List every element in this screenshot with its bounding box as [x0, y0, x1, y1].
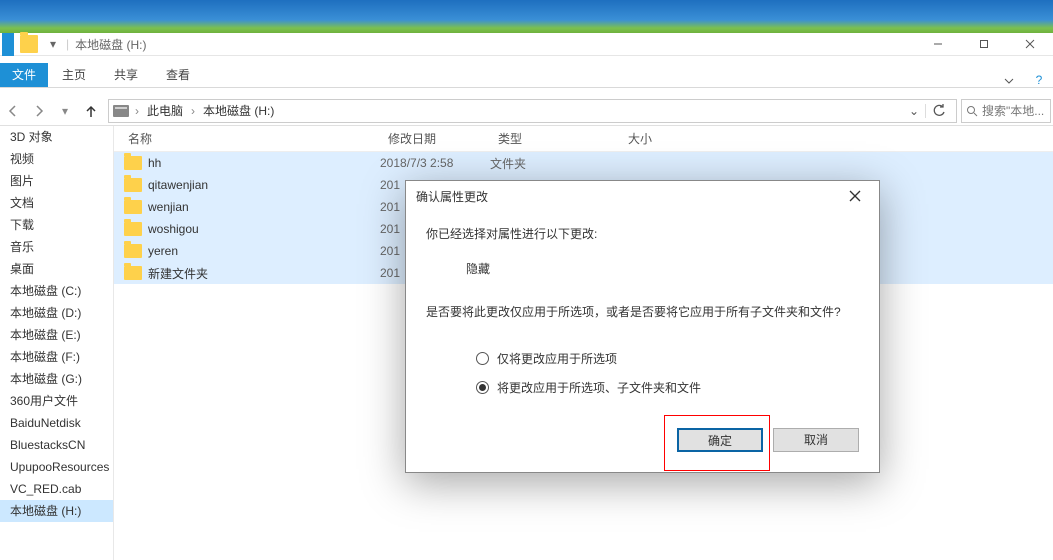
- tree-item[interactable]: 下载: [0, 214, 113, 236]
- file-name: woshigou: [148, 222, 380, 236]
- tree-item[interactable]: VC_RED.cab: [0, 478, 113, 500]
- radio-apply-recursive[interactable]: 将更改应用于所选项、子文件夹和文件: [426, 379, 859, 396]
- tree-item[interactable]: 本地磁盘 (F:): [0, 346, 113, 368]
- search-icon: [966, 105, 978, 117]
- tree-item[interactable]: 3D 对象: [0, 126, 113, 148]
- search-input[interactable]: 搜索"本地...: [961, 99, 1051, 123]
- search-placeholder: 搜索"本地...: [982, 102, 1044, 119]
- dialog-close-button[interactable]: [841, 186, 869, 206]
- tree-item[interactable]: 音乐: [0, 236, 113, 258]
- breadcrumb-bar[interactable]: › 此电脑 › 本地磁盘 (H:) ⌄: [108, 99, 957, 123]
- radio-label: 仅将更改应用于所选项: [497, 350, 617, 367]
- dialog-prompt-2: 是否要将此更改仅应用于所选项，或者是否要将它应用于所有子文件夹和文件?: [426, 303, 859, 320]
- col-size[interactable]: 大小: [614, 130, 694, 147]
- tree-item[interactable]: BaiduNetdisk: [0, 412, 113, 434]
- radio-icon: [476, 352, 489, 365]
- tree-item[interactable]: 本地磁盘 (E:): [0, 324, 113, 346]
- nav-forward-button[interactable]: [26, 98, 52, 124]
- file-name: hh: [148, 156, 380, 170]
- file-date: 2018/7/3 2:58: [380, 156, 490, 170]
- titlebar: ▾ | 本地磁盘 (H:): [0, 33, 1053, 56]
- folder-icon: [20, 35, 38, 53]
- ribbon-tab-share[interactable]: 共享: [100, 63, 152, 87]
- col-date[interactable]: 修改日期: [374, 130, 484, 147]
- nav-bar: ▾ › 此电脑 › 本地磁盘 (H:) ⌄ 搜索"本地...: [0, 96, 1053, 126]
- tree-item[interactable]: 本地磁盘 (C:): [0, 280, 113, 302]
- file-name: wenjian: [148, 200, 380, 214]
- ribbon-tab-view[interactable]: 查看: [152, 63, 204, 87]
- tree-item[interactable]: 本地磁盘 (G:): [0, 368, 113, 390]
- tree-item[interactable]: 图片: [0, 170, 113, 192]
- folder-icon: [124, 266, 142, 280]
- close-button[interactable]: [1007, 33, 1053, 56]
- tree-item[interactable]: 视频: [0, 148, 113, 170]
- file-type: 文件夹: [490, 155, 620, 172]
- tree-item[interactable]: 本地磁盘 (H:): [0, 500, 113, 522]
- tree-item[interactable]: 桌面: [0, 258, 113, 280]
- column-headers: 名称 修改日期 类型 大小: [114, 126, 1053, 152]
- table-row[interactable]: hh2018/7/3 2:58文件夹: [114, 152, 1053, 174]
- ribbon-help-icon[interactable]: ?: [1025, 73, 1053, 87]
- refresh-icon[interactable]: [925, 104, 952, 118]
- ribbon: 文件 主页 共享 查看 ?: [0, 56, 1053, 88]
- file-name: qitawenjian: [148, 178, 380, 192]
- folder-icon: [124, 244, 142, 258]
- nav-history-dropdown[interactable]: ▾: [52, 98, 78, 124]
- qat-dropdown-icon[interactable]: ▾: [46, 33, 60, 56]
- window-title: 本地磁盘 (H:): [75, 36, 146, 53]
- file-name: 新建文件夹: [148, 265, 380, 282]
- radio-icon: [476, 381, 489, 394]
- col-type[interactable]: 类型: [484, 130, 614, 147]
- folder-icon: [124, 178, 142, 192]
- radio-apply-selected-only[interactable]: 仅将更改应用于所选项: [426, 350, 859, 367]
- file-name: yeren: [148, 244, 380, 258]
- drive-icon: [113, 105, 129, 117]
- minimize-button[interactable]: [915, 33, 961, 56]
- dialog-attribute: 隐藏: [426, 260, 859, 277]
- ribbon-file-tab[interactable]: 文件: [0, 63, 48, 87]
- nav-back-button[interactable]: [0, 98, 26, 124]
- confirm-attribute-dialog: 确认属性更改 你已经选择对属性进行以下更改: 隐藏 是否要将此更改仅应用于所选项…: [405, 180, 880, 473]
- nav-tree[interactable]: 3D 对象视频图片文档下载音乐桌面本地磁盘 (C:)本地磁盘 (D:)本地磁盘 …: [0, 126, 114, 560]
- tree-item[interactable]: 本地磁盘 (D:): [0, 302, 113, 324]
- qat-system-menu[interactable]: [2, 33, 14, 56]
- col-name[interactable]: 名称: [114, 130, 374, 147]
- folder-icon: [124, 156, 142, 170]
- ribbon-tab-home[interactable]: 主页: [48, 63, 100, 87]
- dialog-title: 确认属性更改: [416, 188, 488, 205]
- tree-item[interactable]: BluestacksCN: [0, 434, 113, 456]
- breadcrumb-segment[interactable]: 本地磁盘 (H:): [197, 102, 280, 119]
- radio-label: 将更改应用于所选项、子文件夹和文件: [497, 379, 701, 396]
- breadcrumb-segment[interactable]: 此电脑: [141, 102, 189, 119]
- breadcrumb-dropdown-icon[interactable]: ⌄: [903, 104, 925, 118]
- tree-item[interactable]: 360用户文件: [0, 390, 113, 412]
- tree-item[interactable]: UpupooResources: [0, 456, 113, 478]
- folder-icon: [124, 222, 142, 236]
- dialog-prompt-1: 你已经选择对属性进行以下更改:: [426, 225, 859, 242]
- tree-item[interactable]: 文档: [0, 192, 113, 214]
- maximize-button[interactable]: [961, 33, 1007, 56]
- cancel-button[interactable]: 取消: [773, 428, 859, 452]
- ok-button[interactable]: 确定: [677, 428, 763, 452]
- window-accent-stripe: [0, 0, 1053, 33]
- ribbon-expand-icon[interactable]: [993, 75, 1025, 87]
- nav-up-button[interactable]: [78, 98, 104, 124]
- folder-icon: [124, 200, 142, 214]
